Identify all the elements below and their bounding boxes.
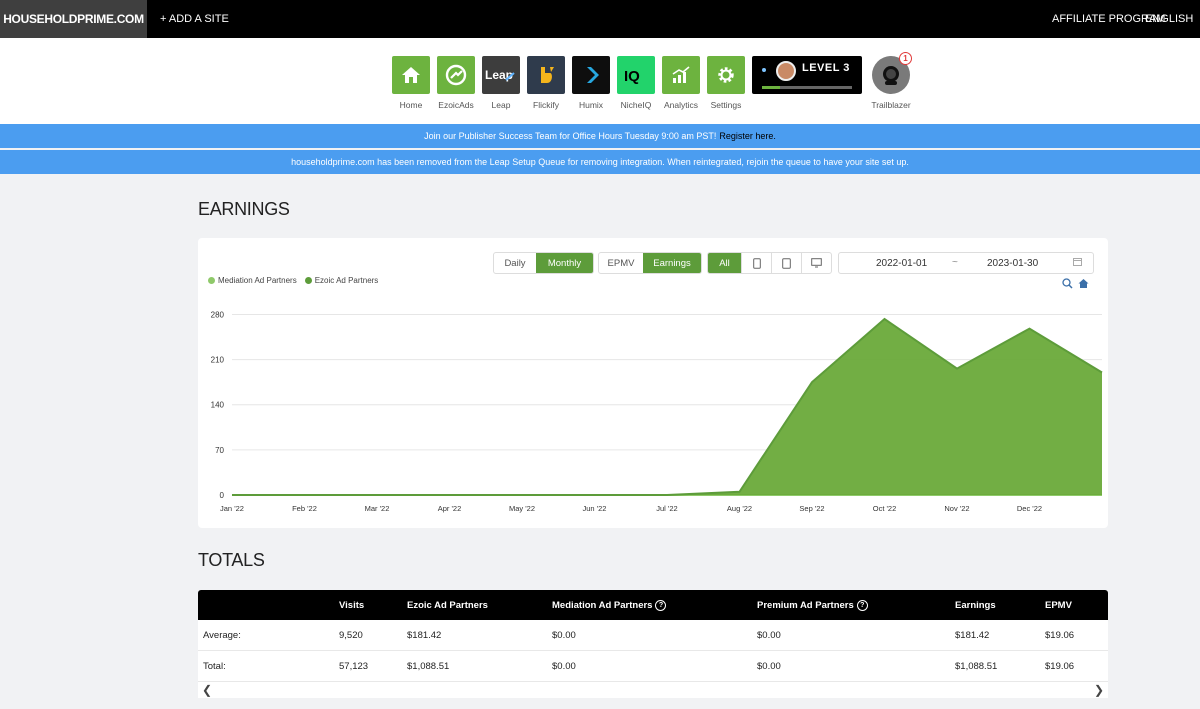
x-tick-label: Nov '22	[944, 504, 969, 513]
cell-ezoic: $1,088.51	[407, 660, 450, 672]
register-link[interactable]: Register here.	[719, 131, 776, 141]
table-row: Average: 9,520 $181.42 $0.00 $0.00 $181.…	[198, 620, 1108, 651]
leap-queue-banner: householdprime.com has been removed from…	[0, 150, 1200, 174]
home-icon	[392, 56, 430, 94]
x-tick-label: Aug '22	[727, 504, 752, 513]
office-hours-banner: Join our Publisher Success Team for Offi…	[0, 124, 1200, 148]
scroll-left-icon[interactable]: ❮	[202, 683, 212, 697]
x-tick-label: Sep '22	[799, 504, 824, 513]
flickify-icon	[527, 56, 565, 94]
cell-visits: 9,520	[339, 629, 363, 641]
earnings-area-chart: 0 70 140 210 280 Jan '22 Feb '22 Mar '22 Apr '22…	[211, 310, 1103, 513]
help-icon[interactable]: ?	[655, 599, 667, 611]
top-nav-bar: HOUSEHOLDPRIME.COM + ADD A SITE AFFILIAT…	[0, 0, 1200, 38]
site-selector[interactable]: HOUSEHOLDPRIME.COM	[0, 0, 147, 38]
column-header-ezoic: Ezoic Ad Partners	[407, 599, 488, 611]
level-text: LEVEL 3	[802, 62, 850, 74]
cell-earnings: $181.42	[955, 629, 990, 641]
table-row: Total: 57,123 $1,088.51 $0.00 $0.00 $1,0…	[198, 651, 1108, 682]
x-tick-label: Jan '22	[220, 504, 244, 513]
y-tick-label: 0	[220, 491, 225, 500]
column-header-label: Mediation Ad Partners	[552, 599, 653, 611]
cell-premium: $0.00	[757, 660, 781, 672]
app-launcher-row: Home EzoicAds Leap Leap Flickify Humix I…	[0, 38, 1200, 124]
avatar	[776, 61, 796, 81]
notification-badge: 1	[899, 52, 912, 65]
cell-epmv: $19.06	[1045, 660, 1075, 672]
column-header-earnings: Earnings	[955, 599, 996, 611]
y-tick-label: 140	[211, 401, 225, 410]
column-header-label: Premium Ad Partners	[757, 599, 854, 611]
nicheiq-icon: IQ	[617, 56, 655, 94]
cell-mediation: $0.00	[552, 629, 576, 641]
language-label: ENGLISH	[1145, 13, 1194, 25]
ezoicads-icon	[437, 56, 475, 94]
app-settings[interactable]: Settings	[707, 56, 745, 110]
scroll-right-icon[interactable]: ❯	[1094, 683, 1104, 697]
totals-title: TOTALS	[198, 550, 265, 570]
cell-ezoic: $181.42	[407, 629, 442, 641]
x-tick-label: Feb '22	[292, 504, 317, 513]
x-tick-label: Mar '22	[365, 504, 390, 513]
x-tick-label: Jul '22	[656, 504, 677, 513]
earnings-title: EARNINGS	[198, 199, 290, 219]
cell-mediation: $0.00	[552, 660, 576, 672]
series-area-1	[232, 318, 1102, 495]
x-tick-label: Jun '22	[583, 504, 607, 513]
trailblazer-button[interactable]: 1 Trailblazer	[871, 52, 912, 110]
cell-earnings: $1,088.51	[955, 660, 998, 672]
analytics-icon	[662, 56, 700, 94]
status-dot-icon	[762, 68, 766, 72]
y-tick-label: 280	[211, 310, 225, 319]
row-label: Total:	[203, 660, 226, 672]
cell-premium: $0.00	[757, 629, 781, 641]
leap-icon: Leap	[482, 56, 520, 94]
language-dropdown[interactable]: ENGLISH ▼	[1145, 0, 1200, 38]
app-ezoicads[interactable]: EzoicAds	[437, 56, 475, 110]
x-tick-label: May '22	[509, 504, 535, 513]
earnings-chart-card: Daily Monthly EPMV Earnings All 2022-01-…	[198, 238, 1108, 528]
app-flickify[interactable]: Flickify	[527, 56, 565, 110]
svg-text:IQ: IQ	[624, 68, 640, 85]
column-header-epmv: EPMV	[1045, 599, 1072, 611]
column-header-mediation: Mediation Ad Partners ?	[552, 590, 667, 620]
column-header-premium: Premium Ad Partners ?	[757, 590, 868, 620]
humix-icon	[572, 56, 610, 94]
level-progress-fill	[762, 86, 780, 89]
x-tick-label: Dec '22	[1017, 504, 1042, 513]
help-icon[interactable]: ?	[856, 599, 868, 611]
horizontal-scrollbar[interactable]: ❮ ❯	[198, 682, 1108, 698]
app-analytics[interactable]: Analytics	[662, 56, 700, 110]
level-progress-bar	[762, 86, 852, 89]
app-leap[interactable]: Leap Leap	[482, 56, 520, 110]
x-tick-label: Apr '22	[438, 504, 462, 513]
add-site-link[interactable]: + ADD A SITE	[160, 0, 229, 38]
x-tick-label: Oct '22	[873, 504, 897, 513]
office-hours-text: Join our Publisher Success Team for Offi…	[424, 131, 717, 141]
cell-epmv: $19.06	[1045, 629, 1075, 641]
table-header: Visits Ezoic Ad Partners Mediation Ad Pa…	[198, 590, 1108, 620]
y-tick-label: 210	[211, 356, 225, 365]
app-humix[interactable]: Humix	[572, 56, 610, 110]
y-tick-label: 70	[215, 446, 224, 455]
app-nicheiq[interactable]: IQ NicheIQ	[617, 56, 655, 110]
column-header-visits: Visits	[339, 599, 365, 611]
leap-queue-text: householdprime.com has been removed from…	[291, 157, 909, 167]
app-label: Settings	[710, 100, 742, 110]
trailblazer-label: Trailblazer	[871, 100, 911, 110]
app-home[interactable]: Home	[392, 56, 430, 110]
gear-icon	[707, 56, 745, 94]
totals-table: Visits Ezoic Ad Partners Mediation Ad Pa…	[198, 590, 1108, 682]
cell-visits: 57,123	[339, 660, 369, 672]
level-badge[interactable]: LEVEL 3	[752, 56, 862, 94]
row-label: Average:	[203, 629, 241, 641]
svg-text:Leap: Leap	[485, 68, 513, 82]
